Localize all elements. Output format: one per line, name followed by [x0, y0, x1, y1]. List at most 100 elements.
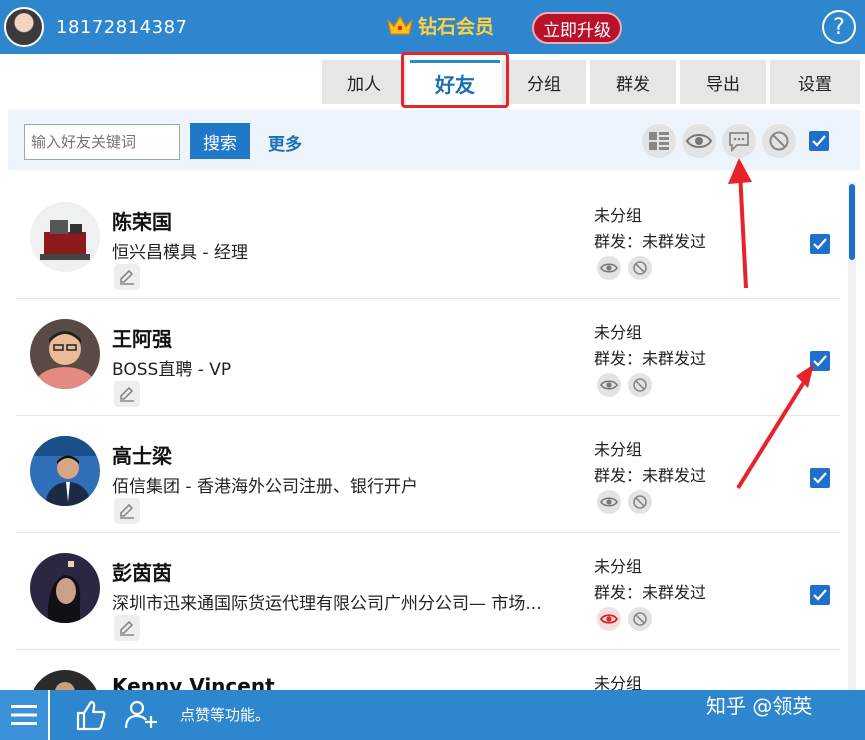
block-icon: [633, 612, 647, 626]
mass-send-status: 群发：未群发过: [594, 466, 707, 485]
tab-add-person[interactable]: 加人: [322, 60, 406, 104]
row-checkbox[interactable]: [810, 351, 830, 371]
message-button[interactable]: [722, 124, 756, 158]
tab-mass-send[interactable]: 群发: [590, 60, 676, 104]
checkmark-icon: [813, 589, 827, 601]
block-toggle[interactable]: [628, 490, 652, 514]
search-button[interactable]: 搜索: [190, 123, 250, 159]
divider: [48, 690, 50, 740]
edit-button[interactable]: [114, 264, 140, 290]
pencil-icon: [120, 386, 134, 402]
contact-avatar[interactable]: [30, 670, 100, 690]
block-icon: [769, 131, 789, 151]
layout-toggle-button[interactable]: [642, 124, 676, 158]
friend-list: 陈荣国 恒兴昌模具 - 经理 未分组 群发：未群发过 王阿强 BOSS直聘 - …: [16, 182, 840, 690]
person-photo-icon: [30, 436, 100, 506]
row-checkbox[interactable]: [810, 234, 830, 254]
eye-icon: [600, 263, 618, 273]
search-input[interactable]: [24, 124, 180, 160]
select-all-checkbox[interactable]: [809, 131, 829, 151]
mass-send-status: 群发：未群发过: [594, 232, 707, 251]
view-toggle[interactable]: [597, 490, 621, 514]
tab-settings[interactable]: 设置: [770, 60, 860, 104]
eye-icon: [600, 614, 618, 624]
eye-icon: [600, 497, 618, 507]
account-phone: 18172814387: [56, 16, 188, 38]
vip-badge: 钻石会员: [386, 12, 494, 39]
mass-send-status: 群发：未群发过: [594, 583, 707, 602]
block-toggle[interactable]: [628, 256, 652, 280]
tab-export[interactable]: 导出: [680, 60, 766, 104]
list-item[interactable]: 王阿强 BOSS直聘 - VP 未分组 群发：未群发过: [16, 299, 840, 416]
top-bar: 18172814387 钻石会员 立即升级 ?: [0, 0, 865, 54]
contact-name: 高士梁: [112, 444, 172, 468]
checkmark-icon: [812, 135, 826, 147]
row-checkbox[interactable]: [810, 468, 830, 488]
footer-tip: 点赞等功能。: [180, 706, 271, 724]
list-item[interactable]: 高士梁 佰信集团 - 香港海外公司注册、银行开户 未分组 群发：未群发过: [16, 416, 840, 533]
view-toggle[interactable]: [597, 256, 621, 280]
contact-group: 未分组: [594, 557, 643, 576]
checkmark-icon: [813, 355, 827, 367]
block-icon: [633, 495, 647, 509]
upgrade-button[interactable]: 立即升级: [532, 12, 622, 44]
contact-company: 深圳市迅来通国际货运代理有限公司广州分公司— 市场...: [112, 594, 542, 614]
pencil-icon: [120, 269, 134, 285]
checkmark-icon: [813, 238, 827, 250]
grid-layout-icon: [649, 132, 669, 150]
list-scrollbar[interactable]: [848, 182, 856, 690]
contact-avatar[interactable]: [30, 436, 100, 506]
list-item[interactable]: Kenny Vincent 未分组: [16, 650, 840, 690]
watermark: 知乎 @领英: [706, 694, 813, 718]
avatar[interactable]: [4, 7, 44, 47]
contact-group: 未分组: [594, 674, 643, 690]
block-icon: [633, 261, 647, 275]
edit-button[interactable]: [114, 381, 140, 407]
contact-name: 王阿强: [112, 327, 172, 351]
eye-icon: [600, 380, 618, 390]
tab-groups[interactable]: 分组: [502, 60, 586, 104]
contact-avatar[interactable]: [30, 319, 100, 389]
add-user-icon[interactable]: [124, 698, 158, 732]
contact-company: 佰信集团 - 香港海外公司注册、银行开户: [112, 477, 418, 497]
person-photo-icon: [30, 319, 100, 389]
edit-button[interactable]: [114, 498, 140, 524]
vip-label: 钻石会员: [418, 16, 495, 38]
contact-group: 未分组: [594, 323, 643, 342]
scrollbar-thumb[interactable]: [849, 184, 855, 260]
view-toggle[interactable]: [597, 373, 621, 397]
tab-highlight-annotation: [401, 52, 509, 108]
list-item[interactable]: 彭茵茵 深圳市迅来通国际货运代理有限公司广州分公司— 市场... 未分组 群发：…: [16, 533, 840, 650]
contact-group: 未分组: [594, 206, 643, 225]
block-toggle[interactable]: [628, 607, 652, 631]
view-button[interactable]: [682, 124, 716, 158]
contact-company: BOSS直聘 - VP: [112, 360, 232, 380]
contact-name: Kenny Vincent: [112, 674, 275, 690]
checkmark-icon: [813, 472, 827, 484]
hamburger-menu-icon: [11, 705, 37, 725]
person-photo-icon: [30, 553, 100, 623]
list-item[interactable]: 陈荣国 恒兴昌模具 - 经理 未分组 群发：未群发过: [16, 182, 840, 299]
help-button[interactable]: ?: [822, 10, 856, 44]
bottom-bar: 点赞等功能。 知乎 @领英: [0, 690, 865, 740]
contact-name: 陈荣国: [112, 210, 172, 234]
machine-photo-icon: [30, 202, 100, 272]
row-checkbox[interactable]: [810, 585, 830, 605]
pencil-icon: [120, 503, 134, 519]
edit-button[interactable]: [114, 615, 140, 641]
mass-send-status: 群发：未群发过: [594, 349, 707, 368]
view-toggle[interactable]: [597, 607, 621, 631]
more-link[interactable]: 更多: [268, 130, 302, 155]
pencil-icon: [120, 620, 134, 636]
contact-avatar[interactable]: [30, 202, 100, 272]
block-icon: [633, 378, 647, 392]
menu-button[interactable]: [0, 690, 48, 740]
search-toolbar: 搜索 更多: [8, 110, 860, 170]
thumbs-up-icon[interactable]: [74, 698, 108, 732]
block-toggle[interactable]: [628, 373, 652, 397]
chat-bubble-icon: [729, 132, 749, 152]
person-photo-icon: [30, 670, 100, 690]
crown-icon: [387, 15, 413, 35]
contact-avatar[interactable]: [30, 553, 100, 623]
block-button[interactable]: [762, 124, 796, 158]
